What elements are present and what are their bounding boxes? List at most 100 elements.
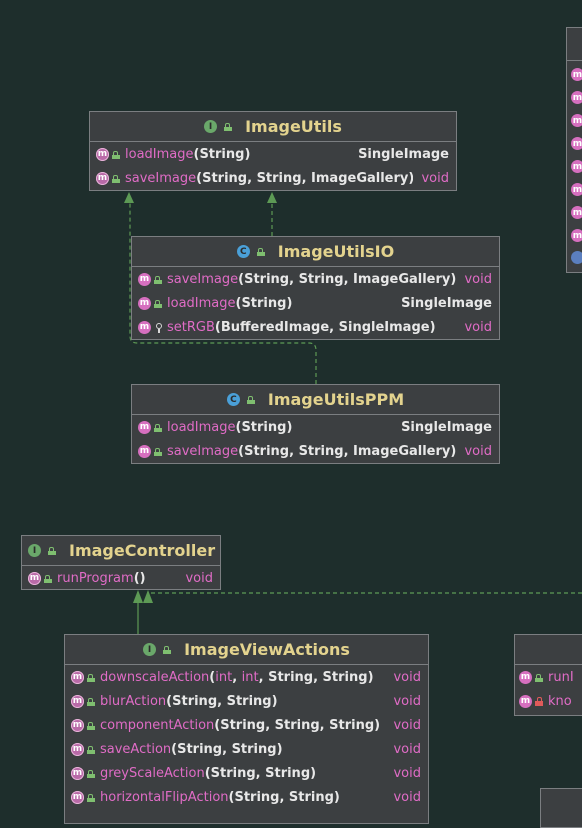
abstract-method-icon: m (71, 670, 84, 684)
method-row[interactable]: m blurAction(String, String) void (65, 689, 428, 713)
return-type: void (393, 669, 421, 685)
method-param-int: int (215, 669, 233, 685)
abstract-method-icon: m (71, 742, 84, 756)
public-icon (154, 447, 162, 456)
method-name: loadImage (167, 295, 236, 311)
uml-diagram: m m m m m m m m I ImageUtils m loadImage… (0, 0, 582, 828)
method-row[interactable]: m runI (515, 665, 582, 689)
method-icon: m (571, 183, 582, 196)
method-name: horizontalFlipAction (100, 789, 229, 805)
class-title: ImageUtils (245, 117, 342, 136)
class-image-utils-io[interactable]: C ImageUtilsIO m saveImage(String, Strin… (131, 236, 500, 340)
method-icon: m (571, 137, 582, 150)
abstract-method-icon: m (96, 171, 109, 185)
public-icon (154, 299, 162, 308)
method-name: setRGB (167, 319, 215, 335)
field-icon (571, 250, 582, 264)
method-row[interactable]: m greyScaleAction(String, String) void (65, 761, 428, 785)
return-type: SingleImage (358, 146, 449, 162)
method-row[interactable]: m downscaleAction(int, int, String, Stri… (65, 665, 428, 689)
method-name: greyScaleAction (100, 765, 205, 781)
interface-icon: I (204, 120, 218, 133)
method-row[interactable]: m setRGB(BufferedImage, SingleImage) voi… (132, 315, 499, 339)
method-row[interactable]: m kno (515, 689, 582, 713)
method-params: (String, String) (204, 765, 317, 781)
method-row[interactable]: m runProgram() void (22, 566, 220, 590)
return-type: void (393, 693, 421, 709)
public-icon (224, 122, 233, 131)
method-params: , (232, 669, 242, 685)
method-row[interactable]: m saveImage(String, String, ImageGallery… (132, 439, 499, 463)
abstract-method-icon: m (96, 147, 109, 161)
public-icon (87, 673, 95, 682)
method-name: runI (548, 669, 574, 685)
partial-class-top-right[interactable]: m m m m m m m m (566, 27, 582, 273)
public-icon (256, 247, 265, 256)
return-type: SingleImage (401, 295, 492, 311)
class-title: ImageUtilsPPM (267, 390, 405, 409)
method-params: (BufferedImage, SingleImage) (214, 319, 436, 335)
method-row[interactable]: m componentAction(String, String, String… (65, 713, 428, 737)
method-params: (String, String, String) (214, 717, 381, 733)
public-icon (112, 174, 120, 183)
method-icon: m (571, 206, 582, 219)
interface-icon: I (143, 643, 157, 656)
method-params: (String, String, ImageGallery) (196, 170, 414, 186)
edge-io-implements-utils (267, 192, 277, 236)
method-row[interactable]: m saveImage(String, String, ImageGallery… (90, 166, 456, 190)
method-icon: m (138, 444, 151, 458)
method-icon: m (571, 229, 582, 242)
method-params: (String, String) (171, 741, 283, 757)
method-icon: m (571, 68, 582, 81)
class-image-view-actions[interactable]: I ImageViewActions m downscaleAction(int… (64, 634, 429, 824)
return-type: void (185, 570, 213, 586)
return-type: void (464, 271, 492, 287)
return-type: void (464, 443, 492, 459)
method-row[interactable]: m saveImage(String, String, ImageGallery… (132, 267, 499, 291)
method-params: , String, String) (258, 669, 374, 685)
method-icon: m (138, 296, 151, 310)
class-title: ImageUtilsIO (277, 242, 395, 261)
class-image-controller[interactable]: I ImageController m runProgram() void (21, 535, 221, 590)
abstract-method-icon: m (71, 694, 84, 708)
class-header: I ImageUtils (90, 112, 456, 142)
method-row[interactable]: m loadImage(String) SingleImage (132, 415, 499, 439)
edge-right-implements-controller (147, 592, 582, 603)
public-icon (44, 574, 52, 583)
return-type: void (393, 789, 421, 805)
abstract-method-icon: m (71, 790, 84, 804)
abstract-method-icon: m (71, 766, 84, 780)
class-icon: C (236, 245, 250, 258)
class-icon: C (226, 393, 240, 406)
public-icon (246, 395, 255, 404)
public-icon (163, 645, 172, 654)
public-icon (154, 275, 162, 284)
method-row[interactable]: m loadImage(String) SingleImage (132, 291, 499, 315)
method-icon: m (138, 420, 151, 434)
abstract-method-icon: m (71, 718, 84, 732)
method-row[interactable]: m loadImage(String) SingleImage (90, 142, 456, 166)
method-icon: m (571, 160, 582, 173)
method-row[interactable]: m horizontalFlipAction(String, String) v… (65, 785, 428, 809)
class-title: ImageController (69, 541, 216, 560)
method-name: saveImage (167, 443, 239, 459)
partial-class-bottom-right[interactable] (540, 788, 582, 828)
method-icon: m (138, 272, 151, 286)
method-icon: m (519, 670, 532, 684)
method-params: (String, String) (228, 789, 340, 805)
public-icon (87, 697, 95, 706)
class-image-utils[interactable]: I ImageUtils m loadImage(String) SingleI… (89, 111, 457, 191)
method-name: runProgram (57, 570, 134, 586)
partial-class-lower-right[interactable]: m runI m kno (514, 634, 582, 716)
method-params: (String, String, ImageGallery) (238, 443, 457, 459)
method-params: (String, String, ImageGallery) (238, 271, 457, 287)
class-header: C ImageUtilsIO (132, 237, 499, 267)
class-header: C ImageUtilsPPM (132, 385, 499, 415)
return-type: void (421, 170, 449, 186)
method-row[interactable]: m saveAction(String, String) void (65, 737, 428, 761)
method-name: blurAction (100, 693, 167, 709)
method-icon: m (519, 694, 532, 708)
class-image-utils-ppm[interactable]: C ImageUtilsPPM m loadImage(String) Sing… (131, 384, 500, 464)
method-name: saveAction (100, 741, 172, 757)
public-icon (87, 793, 95, 802)
